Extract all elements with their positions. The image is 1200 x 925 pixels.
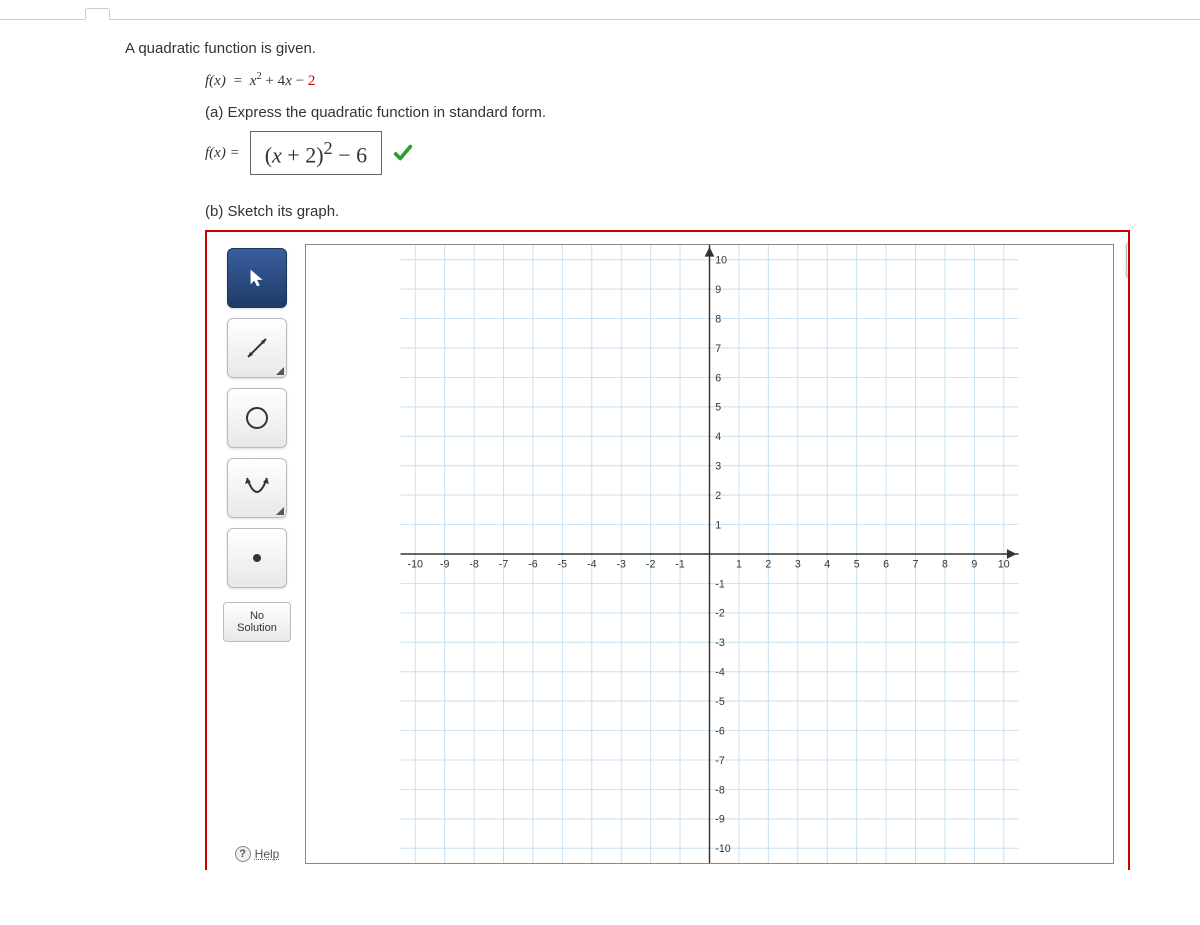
svg-text:6: 6	[883, 559, 889, 571]
graphing-panel: NoSolution ? Help -10 -9 -8 -7 -6 -5 -4 -3 -2 -1 1…	[205, 230, 1130, 870]
help-link[interactable]: ? Help	[235, 846, 280, 862]
nosol-text: NoSolution	[237, 610, 277, 634]
svg-text:-6: -6	[715, 726, 725, 738]
expand-button[interactable]: »	[1126, 242, 1130, 278]
parabola-tool[interactable]	[227, 458, 287, 518]
line-tool[interactable]	[227, 318, 287, 378]
svg-text:8: 8	[715, 314, 721, 326]
graph-toolbar: NoSolution ? Help	[221, 244, 293, 870]
svg-text:-3: -3	[715, 637, 725, 649]
svg-text:-5: -5	[558, 559, 568, 571]
ans-plus: + 2)	[282, 142, 324, 167]
answer-input[interactable]: (x + 2)2 − 6	[250, 131, 382, 175]
pointer-tool[interactable]	[227, 248, 287, 308]
answer-lhs: f(x) =	[205, 145, 240, 162]
func-plus: + 4	[262, 73, 285, 89]
part-a-label: (a) Express the quadratic function in st…	[205, 104, 1090, 121]
func-xvar: x	[285, 73, 292, 89]
func-lhs: f(x)	[205, 73, 226, 89]
svg-text:2: 2	[765, 559, 771, 571]
func-const: 2	[308, 73, 316, 89]
svg-text:6: 6	[715, 373, 721, 385]
intro-text: A quadratic function is given.	[125, 40, 1090, 57]
tab-strip	[0, 0, 1200, 20]
question-body: A quadratic function is given. f(x) = x2…	[0, 20, 1200, 890]
svg-text:7: 7	[715, 343, 721, 355]
tab-stub[interactable]	[85, 8, 110, 20]
svg-text:5: 5	[715, 402, 721, 414]
svg-text:3: 3	[795, 559, 801, 571]
svg-text:9: 9	[971, 559, 977, 571]
svg-text:-5: -5	[715, 696, 725, 708]
answer-row: f(x) = (x + 2)2 − 6	[205, 131, 1090, 175]
equals: =	[234, 73, 242, 89]
svg-text:-4: -4	[587, 559, 597, 571]
expand-corner-icon	[276, 367, 284, 375]
svg-text:-7: -7	[715, 755, 725, 767]
svg-text:-10: -10	[715, 843, 730, 855]
svg-text:-6: -6	[528, 559, 538, 571]
svg-text:-10: -10	[408, 559, 423, 571]
circle-tool[interactable]	[227, 388, 287, 448]
svg-text:3: 3	[715, 461, 721, 473]
svg-text:-9: -9	[715, 814, 725, 826]
svg-text:7: 7	[913, 559, 919, 571]
svg-text:4: 4	[715, 431, 721, 443]
svg-text:-2: -2	[715, 608, 725, 620]
expand-corner-icon	[276, 507, 284, 515]
graph-canvas[interactable]: -10 -9 -8 -7 -6 -5 -4 -3 -2 -1 1 2 3 4 5 6 7 8 9 10 10 9 8 7 6 5 4…	[305, 244, 1114, 864]
ans-x: x	[272, 142, 282, 167]
svg-text:-1: -1	[715, 579, 725, 591]
no-solution-button[interactable]: NoSolution	[223, 602, 291, 642]
svg-text:-8: -8	[715, 785, 725, 797]
svg-text:-1: -1	[675, 559, 685, 571]
svg-text:10: 10	[998, 559, 1010, 571]
part-b-label: (b) Sketch its graph.	[205, 203, 1090, 220]
help-icon: ?	[235, 846, 251, 862]
func-minus: −	[292, 73, 308, 89]
help-label: Help	[255, 847, 280, 861]
svg-text:1: 1	[715, 520, 721, 532]
coordinate-grid: -10 -9 -8 -7 -6 -5 -4 -3 -2 -1 1 2 3 4 5 6 7 8 9 10 10 9 8 7 6 5 4…	[306, 245, 1113, 863]
svg-text:8: 8	[942, 559, 948, 571]
svg-text:10: 10	[715, 255, 727, 267]
svg-text:2: 2	[715, 490, 721, 502]
svg-text:4: 4	[824, 559, 830, 571]
svg-text:-7: -7	[499, 559, 509, 571]
svg-text:-4: -4	[715, 667, 725, 679]
svg-text:-2: -2	[646, 559, 656, 571]
function-display: f(x) = x2 + 4x − 2	[205, 71, 1090, 90]
svg-text:-9: -9	[440, 559, 450, 571]
ans-exp: 2	[324, 138, 333, 158]
ans-tail: − 6	[333, 142, 367, 167]
svg-text:9: 9	[715, 284, 721, 296]
svg-text:5: 5	[854, 559, 860, 571]
svg-text:-8: -8	[469, 559, 479, 571]
correct-check-icon	[392, 142, 414, 164]
ans-pre: (	[265, 142, 272, 167]
point-tool[interactable]	[227, 528, 287, 588]
svg-text:-3: -3	[616, 559, 626, 571]
svg-text:1: 1	[736, 559, 742, 571]
